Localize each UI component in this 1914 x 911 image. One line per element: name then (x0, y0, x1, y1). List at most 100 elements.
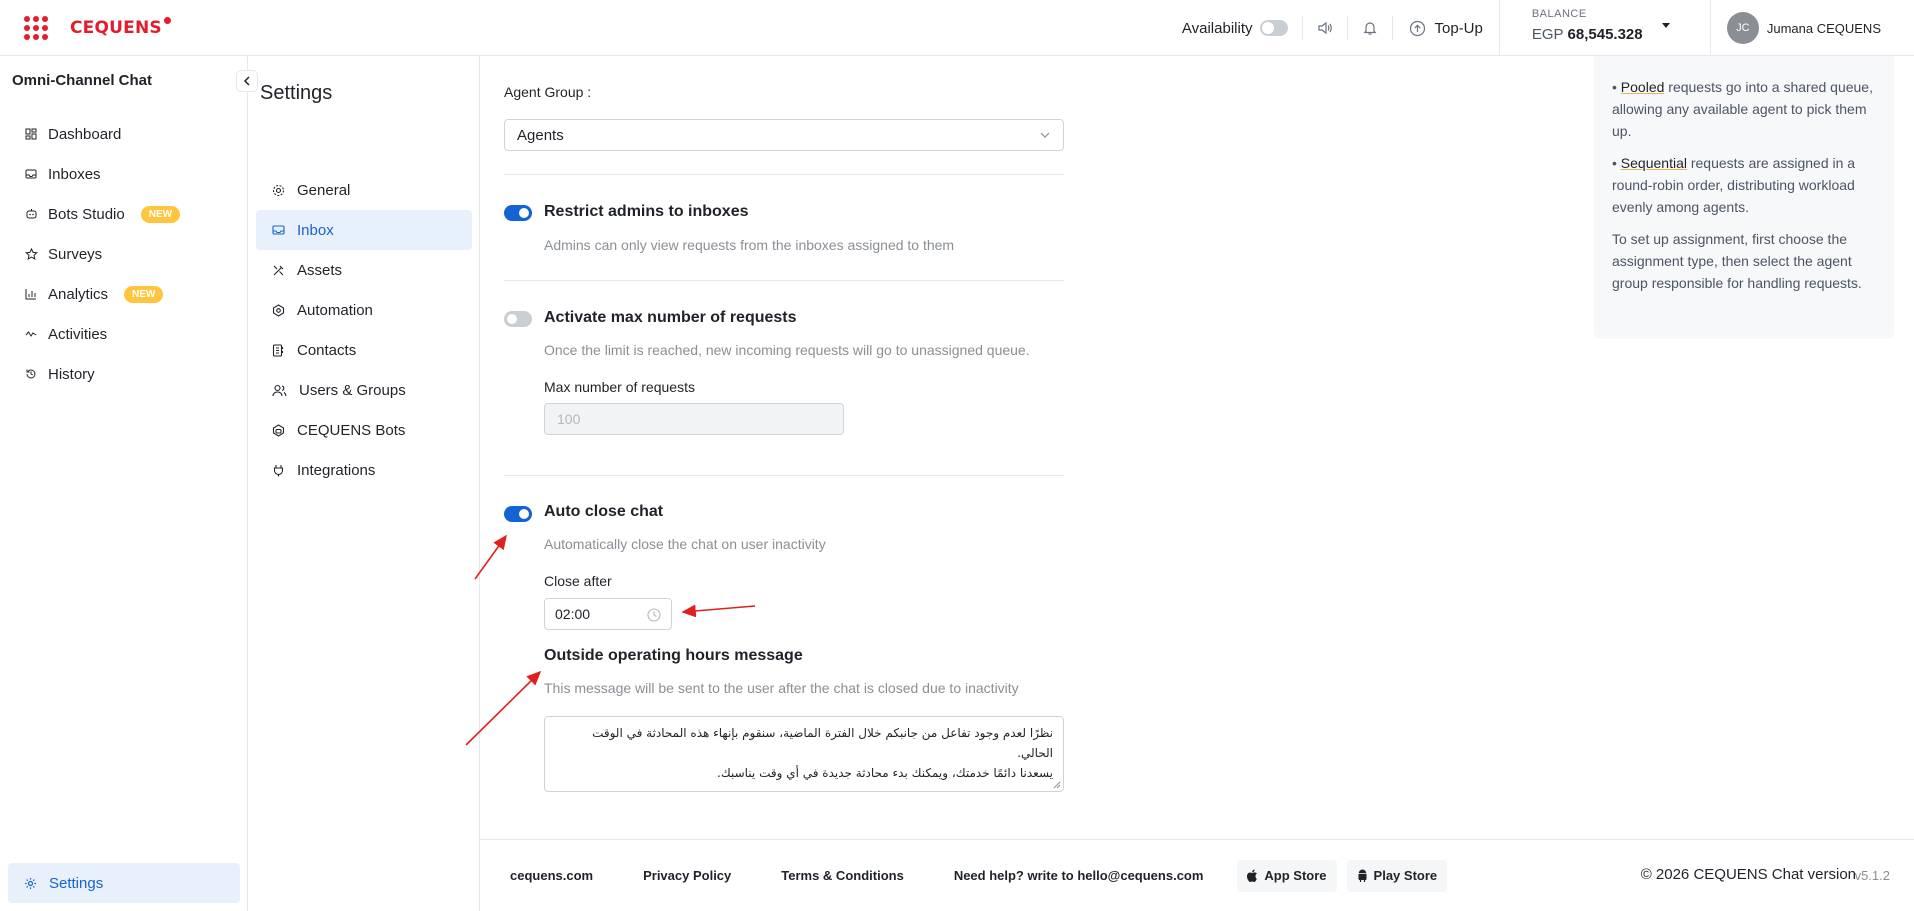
app-grid-icon[interactable] (24, 15, 48, 40)
help-email-link[interactable]: Need help? write to hello@cequens.com (954, 868, 1204, 883)
sidebar-item-label: Bots Studio (48, 205, 125, 223)
play-store-button[interactable]: Play Store (1346, 859, 1448, 892)
plug-icon (273, 464, 284, 476)
max-requests-toggle[interactable] (504, 311, 532, 327)
availability-switch[interactable] (1260, 20, 1289, 36)
settings-item-cequens-bots[interactable]: CEQUENS Bots (256, 410, 472, 450)
settings-item-label: General (297, 181, 351, 199)
settings-nav: Settings General Inbox Assets Automation… (248, 56, 480, 911)
availability-toggle[interactable]: Availability (1182, 20, 1289, 37)
agent-group-select[interactable]: Agents (504, 119, 1064, 151)
star-icon (24, 247, 38, 261)
apple-icon (1247, 869, 1258, 882)
settings-item-label: Inbox (297, 221, 334, 239)
divider (504, 174, 1064, 175)
info-sequential: • Sequential requests are assigned in a … (1612, 155, 1856, 215)
settings-item-general[interactable]: General (256, 170, 472, 210)
close-after-label: Close after (544, 573, 612, 589)
user-menu[interactable]: JC Jumana CEQUENS (1711, 12, 1914, 44)
max-requests-field-label: Max number of requests (544, 379, 695, 395)
bell-icon[interactable] (1348, 20, 1392, 36)
availability-label: Availability (1181, 19, 1253, 37)
close-after-time-input[interactable]: 02:00 (544, 598, 672, 630)
sidebar-item-label: Dashboard (48, 125, 122, 143)
history-icon (24, 367, 38, 381)
sound-icon[interactable] (1303, 20, 1347, 36)
max-requests-description: Once the limit is reached, new incoming … (544, 342, 1030, 358)
restrict-admins-description: Admins can only view requests from the i… (544, 237, 955, 253)
assignment-info-panel: • Pooled requests go into a shared queue… (1594, 56, 1894, 339)
footer: cequens.com Privacy Policy Terms & Condi… (480, 839, 1914, 911)
gear-icon (272, 184, 285, 196)
settings-item-label: Automation (297, 301, 373, 319)
outside-hours-title: Outside operating hours message (544, 647, 803, 664)
sequential-term: Sequential (1620, 155, 1687, 171)
clock-icon[interactable] (647, 608, 661, 622)
collapse-sidebar-button[interactable] (236, 70, 258, 92)
app-store-label: App Store (1264, 868, 1327, 883)
sidebar-item-activities[interactable]: Activities (0, 314, 248, 354)
settings-item-users-groups[interactable]: Users & Groups (256, 370, 472, 410)
settings-item-inbox[interactable]: Inbox (256, 210, 472, 250)
close-after-value: 02:00 (555, 606, 591, 622)
max-requests-title: Activate max number of requests (544, 309, 797, 326)
max-requests-input[interactable]: 100 (544, 403, 844, 435)
chevron-left-icon (243, 76, 250, 86)
settings-item-contacts[interactable]: Contacts (256, 330, 472, 370)
balance-currency: EGP (1531, 26, 1564, 43)
sidebar-item-inboxes[interactable]: Inboxes (0, 154, 248, 194)
arrow-up-circle-icon (1410, 20, 1426, 36)
sidebar-item-label: Inboxes (48, 165, 101, 183)
cequens-logo[interactable]: CEQUENS (70, 16, 171, 38)
sidebar-item-label: Analytics (48, 285, 109, 303)
sidebar-title: Omni-Channel Chat (12, 72, 153, 89)
agent-group-value: Agents (517, 126, 564, 144)
caret-down-icon[interactable] (1661, 23, 1670, 28)
outside-hours-message-textarea[interactable]: نظرًا لعدم وجود تفاعل من جانبكم خلال الف… (544, 716, 1064, 792)
restrict-admins-toggle[interactable] (504, 205, 532, 221)
version-text: v5.1.2 (1854, 868, 1890, 883)
sidebar-item-label: Surveys (48, 245, 103, 263)
settings-item-assets[interactable]: Assets (256, 250, 472, 290)
sidebar-item-settings[interactable]: Settings (8, 863, 240, 903)
balance-value: 68,545.328 (1567, 26, 1643, 43)
user-name[interactable]: Jumana CEQUENS (1767, 21, 1881, 36)
settings-item-label: Integrations (297, 461, 376, 479)
sidebar-item-dashboard[interactable]: Dashboard (0, 114, 248, 154)
balance-dropdown[interactable]: BALANCE EGP 68,545.328 (1498, 0, 1711, 56)
contacts-icon (272, 343, 284, 357)
copyright-text: © 2026 CEQUENS Chat version (1640, 866, 1856, 883)
balance-label: BALANCE (1531, 8, 1587, 20)
topup-button[interactable]: Top-Up (1393, 20, 1498, 37)
resize-handle-icon[interactable] (1053, 781, 1061, 789)
divider (504, 475, 1064, 476)
restrict-admins-title: Restrict admins to inboxes (544, 203, 749, 220)
topup-label: Top-Up (1434, 19, 1483, 37)
sidebar-item-bots-studio[interactable]: Bots Studio NEW (0, 194, 248, 234)
pooled-term: Pooled (1620, 79, 1665, 95)
info-pooled: • Pooled requests go into a shared queue… (1612, 79, 1873, 139)
max-requests-placeholder: 100 (557, 411, 581, 427)
automation-icon (272, 303, 285, 317)
app-store-button[interactable]: App Store (1237, 859, 1337, 892)
sidebar-item-label: History (48, 365, 95, 383)
terms-link[interactable]: Terms & Conditions (781, 868, 904, 883)
settings-item-integrations[interactable]: Integrations (256, 450, 472, 490)
android-icon (1358, 869, 1367, 882)
settings-item-automation[interactable]: Automation (256, 290, 472, 330)
sidebar: Omni-Channel Chat Dashboard Inboxes Bots… (0, 56, 248, 911)
avatar[interactable]: JC (1726, 12, 1759, 44)
gear-icon (25, 877, 36, 889)
chevron-down-icon (1040, 132, 1050, 138)
footer-site-link[interactable]: cequens.com (510, 868, 593, 883)
privacy-policy-link[interactable]: Privacy Policy (643, 868, 731, 883)
inbox-icon (24, 167, 38, 181)
settings-item-label: Assets (297, 261, 343, 279)
sidebar-item-analytics[interactable]: Analytics NEW (0, 274, 248, 314)
new-badge: NEW (124, 285, 164, 303)
auto-close-description: Automatically close the chat on user ina… (544, 536, 826, 552)
sidebar-item-history[interactable]: History (0, 354, 248, 394)
auto-close-toggle[interactable] (504, 506, 532, 522)
sidebar-item-surveys[interactable]: Surveys (0, 234, 248, 274)
settings-item-label: Users & Groups (299, 381, 406, 399)
